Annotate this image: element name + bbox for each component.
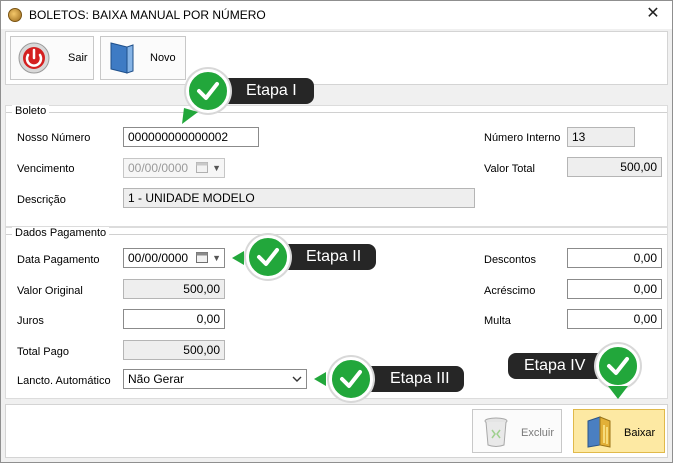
- chevron-down-icon: ▼: [212, 163, 221, 173]
- data-pagamento-label: Data Pagamento: [17, 254, 100, 266]
- vencimento-label: Vencimento: [17, 163, 75, 175]
- boleto-group-title: Boleto: [12, 105, 50, 117]
- power-icon: [18, 42, 50, 74]
- calendar-icon: [196, 252, 208, 263]
- data-pagamento-value: 00/00/0000: [128, 251, 189, 265]
- multa-label: Multa: [484, 315, 511, 327]
- sair-button[interactable]: Sair: [10, 36, 94, 80]
- vencimento-date-picker[interactable]: 00/00/0000 ▼: [123, 158, 225, 178]
- juros-input[interactable]: 0,00: [123, 309, 225, 329]
- window-title: BOLETOS: BAIXA MANUAL POR NÚMERO: [29, 8, 266, 22]
- etapa-2-callout: Etapa II: [276, 244, 376, 270]
- nosso-numero-label: Nosso Número: [17, 132, 91, 144]
- numero-interno-field: 13: [567, 127, 635, 147]
- etapa-1-text: Etapa I: [246, 82, 297, 99]
- descontos-label: Descontos: [484, 254, 536, 266]
- toolbar: Sair Novo: [5, 31, 668, 85]
- valor-total-field: 500,00: [567, 157, 662, 177]
- etapa-2-pointer-icon: [232, 251, 244, 265]
- valor-original-field: 500,00: [123, 279, 225, 299]
- footer-bar: Excluir Baixar: [5, 404, 668, 458]
- acrescimo-input[interactable]: 0,00: [567, 279, 662, 299]
- lancto-automatico-value: Não Gerar: [128, 372, 185, 386]
- chevron-down-icon: [292, 376, 302, 382]
- baixar-button[interactable]: Baixar: [573, 409, 665, 453]
- total-pago-field: 500,00: [123, 340, 225, 360]
- valor-total-label: Valor Total: [484, 163, 535, 175]
- books-icon: [587, 416, 611, 448]
- lancto-automatico-select[interactable]: Não Gerar: [123, 369, 307, 389]
- valor-original-label: Valor Original: [17, 285, 83, 297]
- app-icon: [8, 8, 22, 22]
- etapa-4-check-icon: [596, 344, 640, 388]
- lancto-automatico-label: Lancto. Automático: [17, 375, 111, 387]
- etapa-3-check-icon: [329, 357, 373, 401]
- excluir-button[interactable]: Excluir: [472, 409, 562, 453]
- baixar-label: Baixar: [624, 427, 656, 439]
- etapa-2-text: Etapa II: [306, 248, 362, 265]
- etapa-4-pointer-icon: [608, 386, 628, 399]
- etapa-3-pointer-icon: [314, 372, 326, 386]
- etapa-1-pointer-icon: [182, 108, 198, 124]
- total-pago-label: Total Pago: [17, 346, 69, 358]
- close-icon[interactable]: ✕: [642, 4, 664, 24]
- novo-label: Novo: [150, 52, 176, 64]
- etapa-1-check-icon: [186, 69, 230, 113]
- acrescimo-label: Acréscimo: [484, 285, 536, 297]
- descricao-label: Descrição: [17, 194, 66, 206]
- etapa-4-text: Etapa IV: [524, 357, 586, 374]
- juros-label: Juros: [17, 315, 44, 327]
- sair-label: Sair: [68, 52, 88, 64]
- vencimento-value: 00/00/0000: [128, 161, 189, 175]
- new-document-icon: [110, 42, 134, 74]
- excluir-label: Excluir: [521, 427, 555, 439]
- descricao-field: 1 - UNIDADE MODELO: [123, 188, 475, 208]
- nosso-numero-input[interactable]: 000000000000002: [123, 127, 259, 147]
- data-pagamento-date-picker[interactable]: 00/00/0000 ▼: [123, 248, 225, 268]
- chevron-down-icon: ▼: [212, 253, 221, 263]
- calendar-icon: [196, 162, 208, 173]
- boleto-group-line: [6, 112, 667, 113]
- etapa-3-text: Etapa III: [390, 370, 450, 387]
- etapa-2-check-icon: [246, 235, 290, 279]
- novo-button[interactable]: Novo: [100, 36, 186, 80]
- multa-input[interactable]: 0,00: [567, 309, 662, 329]
- etapa-3-callout: Etapa III: [360, 366, 464, 392]
- descontos-input[interactable]: 0,00: [567, 248, 662, 268]
- pagamento-group-title: Dados Pagamento: [12, 227, 110, 239]
- boleto-group: Boleto Nosso Número 000000000000002 Venc…: [5, 105, 668, 227]
- trash-icon: [484, 417, 508, 447]
- title-bar: BOLETOS: BAIXA MANUAL POR NÚMERO ✕: [1, 1, 672, 29]
- numero-interno-label: Número Interno: [484, 132, 561, 144]
